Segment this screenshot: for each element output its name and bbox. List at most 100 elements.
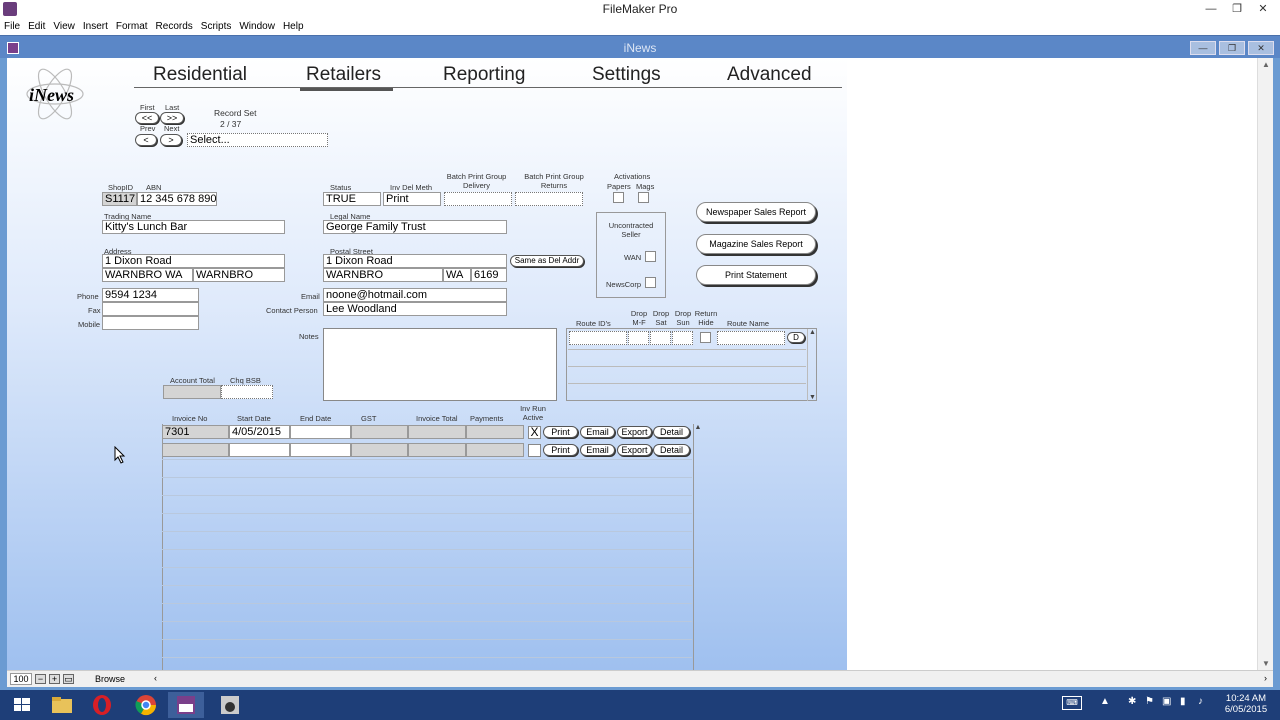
tab-settings[interactable]: Settings: [592, 64, 661, 86]
windows-start-icon[interactable]: [4, 692, 40, 718]
drop-sun-field[interactable]: [672, 331, 693, 345]
volume-icon[interactable]: ♪: [1198, 696, 1203, 707]
tab-retailers[interactable]: Retailers: [306, 64, 381, 86]
menu-records[interactable]: Records: [152, 19, 197, 35]
invoice-export-button[interactable]: Export: [617, 426, 652, 438]
postal-street-field[interactable]: 1 Dixon Road: [323, 254, 507, 268]
inv-del-meth-field[interactable]: Print: [383, 192, 441, 206]
start-date-field[interactable]: [229, 443, 290, 457]
invoice-detail-button[interactable]: Detail: [653, 444, 690, 456]
end-date-field[interactable]: [290, 443, 351, 457]
mags-checkbox[interactable]: [638, 192, 649, 203]
filemaker-pro-taskbar-icon[interactable]: [168, 692, 204, 718]
keyboard-icon[interactable]: ⌨: [1062, 696, 1082, 710]
prev-record-button[interactable]: <: [135, 134, 157, 146]
address-suburb-field[interactable]: WARNBRO WA: [102, 268, 193, 282]
phone-field[interactable]: 9594 1234: [102, 288, 199, 302]
inv-run-active-checkbox[interactable]: [528, 444, 541, 457]
invoice-no-field[interactable]: 7301: [162, 425, 229, 439]
drop-sat-field[interactable]: [650, 331, 671, 345]
zoom-in-button[interactable]: +: [49, 674, 60, 684]
mobile-field[interactable]: [102, 316, 199, 330]
menu-edit[interactable]: Edit: [24, 19, 49, 35]
invoice-email-button[interactable]: Email: [580, 426, 615, 438]
papers-checkbox[interactable]: [613, 192, 624, 203]
postal-postcode-field[interactable]: 6169: [471, 268, 507, 282]
last-record-button[interactable]: >>: [160, 112, 184, 124]
network-icon[interactable]: ▮: [1180, 696, 1186, 707]
record-select-dropdown[interactable]: Select...: [187, 133, 328, 147]
media-app-icon[interactable]: [212, 692, 248, 718]
tray-status-icon[interactable]: ▣: [1162, 696, 1171, 707]
invoice-no-field[interactable]: [162, 443, 229, 457]
batch-returns-field[interactable]: [515, 192, 583, 206]
postal-state-field[interactable]: WA: [443, 268, 471, 282]
action-center-icon[interactable]: ⚑: [1145, 696, 1154, 707]
show-hidden-icons-icon[interactable]: ▲: [1100, 696, 1110, 707]
route-detail-button[interactable]: D: [787, 332, 805, 343]
invoice-portal-scrollbar[interactable]: ▲: [693, 424, 702, 670]
doc-close-button[interactable]: ✕: [1248, 41, 1274, 55]
magazine-sales-report-button[interactable]: Magazine Sales Report: [696, 234, 816, 254]
shopid-field[interactable]: S1117: [102, 192, 137, 206]
file-explorer-icon[interactable]: [44, 692, 80, 718]
email-field[interactable]: noone@hotmail.com: [323, 288, 507, 302]
invoice-export-button[interactable]: Export: [617, 444, 652, 456]
tray-app-icon[interactable]: ✱: [1128, 696, 1136, 707]
menu-view[interactable]: View: [49, 19, 79, 35]
menu-window[interactable]: Window: [235, 19, 279, 35]
chq-bsb-field[interactable]: [221, 385, 273, 399]
browse-mode-label[interactable]: Browse: [95, 674, 125, 684]
notes-textarea[interactable]: [323, 328, 557, 401]
next-record-button[interactable]: >: [160, 134, 182, 146]
menu-file[interactable]: File: [0, 19, 24, 35]
menu-scripts[interactable]: Scripts: [197, 19, 236, 35]
opera-browser-icon[interactable]: [84, 692, 120, 718]
zoom-out-button[interactable]: −: [35, 674, 46, 684]
trading-name-field[interactable]: Kitty's Lunch Bar: [102, 220, 285, 234]
first-record-button[interactable]: <<: [135, 112, 159, 124]
status-field[interactable]: TRUE: [323, 192, 381, 206]
inv-run-active-checkbox[interactable]: X: [528, 426, 541, 439]
window-vertical-scrollbar[interactable]: ▲ ▼: [1257, 58, 1273, 670]
fax-field[interactable]: [102, 302, 199, 316]
address-line1-field[interactable]: 1 Dixon Road: [102, 254, 285, 268]
menu-help[interactable]: Help: [279, 19, 308, 35]
system-clock[interactable]: 10:24 AM 6/05/2015: [1220, 693, 1272, 715]
zoom-level[interactable]: 100: [10, 673, 32, 685]
doc-minimize-button[interactable]: —: [1190, 41, 1216, 55]
scroll-down-icon[interactable]: ▼: [1258, 659, 1274, 668]
route-id-field[interactable]: [569, 331, 627, 345]
tab-advanced[interactable]: Advanced: [727, 64, 812, 86]
batch-delivery-field[interactable]: [444, 192, 512, 206]
route-name-field[interactable]: [717, 331, 785, 345]
close-button[interactable]: ✕: [1248, 0, 1278, 19]
invoice-email-button[interactable]: Email: [580, 444, 615, 456]
postal-suburb-field[interactable]: WARNBRO: [323, 268, 443, 282]
end-date-field[interactable]: [290, 425, 351, 439]
contact-person-field[interactable]: Lee Woodland: [323, 302, 507, 316]
abn-field[interactable]: 12 345 678 890: [137, 192, 217, 206]
menu-format[interactable]: Format: [112, 19, 152, 35]
print-statement-button[interactable]: Print Statement: [696, 265, 816, 285]
toolbar-toggle-button[interactable]: ▭: [63, 674, 74, 684]
newspaper-sales-report-button[interactable]: Newspaper Sales Report: [696, 202, 816, 222]
legal-name-field[interactable]: George Family Trust: [323, 220, 507, 234]
scroll-right-icon[interactable]: ›: [1264, 673, 1267, 683]
scroll-up-icon[interactable]: ▲: [1258, 60, 1274, 69]
invoice-detail-button[interactable]: Detail: [653, 426, 690, 438]
drop-mf-field[interactable]: [628, 331, 649, 345]
address-town-field[interactable]: WARNBRO: [193, 268, 285, 282]
return-hide-checkbox[interactable]: [700, 332, 711, 343]
menu-insert[interactable]: Insert: [79, 19, 112, 35]
tab-reporting[interactable]: Reporting: [443, 64, 525, 86]
chrome-browser-icon[interactable]: [128, 692, 164, 718]
same-as-del-addr-button[interactable]: Same as Del Addr: [510, 255, 584, 267]
newscorp-checkbox[interactable]: [645, 277, 656, 288]
wan-checkbox[interactable]: [645, 251, 656, 262]
route-portal-scrollbar[interactable]: ▲ ▼: [807, 329, 817, 401]
scroll-left-icon[interactable]: ‹: [154, 673, 157, 683]
tab-residential[interactable]: Residential: [153, 64, 247, 86]
doc-restore-button[interactable]: ❐: [1219, 41, 1245, 55]
invoice-print-button[interactable]: Print: [543, 426, 578, 438]
